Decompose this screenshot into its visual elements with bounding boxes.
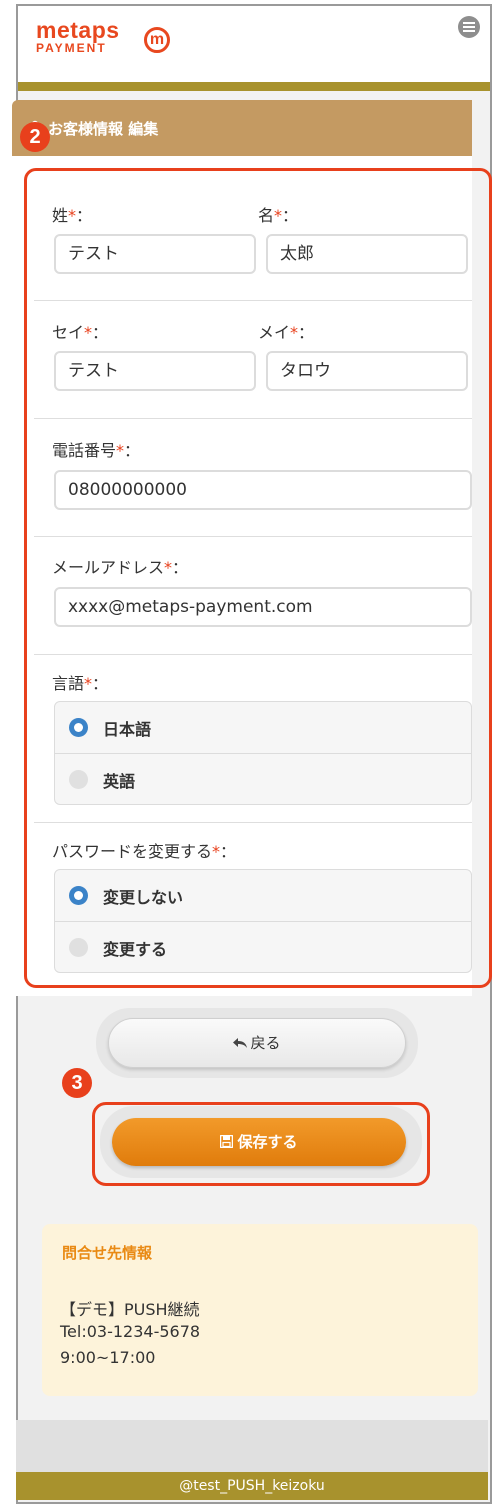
panel-header: お客様情報 編集 (12, 100, 472, 156)
divider (34, 300, 472, 301)
back-button-wrapper: 戻る (96, 1008, 418, 1078)
back-button[interactable]: 戻る (108, 1018, 406, 1068)
radio-selected-icon (69, 718, 88, 737)
divider (34, 654, 472, 655)
radio-selected-icon (69, 886, 88, 905)
divider (34, 822, 472, 823)
email-label: メールアドレス*： (52, 558, 189, 577)
language-radio-group: 日本語 英語 (54, 701, 472, 805)
logo-wordmark: metaps (36, 17, 120, 43)
back-button-label: 戻る (250, 1034, 281, 1052)
language-option-english[interactable]: 英語 (55, 754, 471, 804)
first-name-input[interactable]: 太郎 (266, 234, 468, 274)
annotation-badge-form: 2 (20, 122, 50, 152)
footer-spacer (16, 1420, 488, 1472)
logo-m-icon: m (144, 27, 170, 53)
first-name-label: 名*： (258, 206, 299, 225)
contact-info-box: 問合せ先情報 【デモ】PUSH継続 Tel:03-1234-5678 9:00~… (42, 1224, 478, 1396)
reply-arrow-icon (233, 1038, 248, 1048)
save-highlight-outline (92, 1102, 430, 1186)
phone-input[interactable]: 08000000000 (54, 470, 472, 510)
language-option-label: 日本語 (103, 720, 152, 739)
first-name-kana-label: メイ*： (258, 323, 315, 342)
language-label: 言語*： (52, 674, 109, 693)
site-header: metaps PAYMENT m (18, 6, 490, 82)
radio-unselected-icon (69, 938, 88, 957)
phone-label: 電話番号*： (52, 441, 141, 460)
radio-unselected-icon (69, 770, 88, 789)
password-option-no-change[interactable]: 変更しない (55, 870, 471, 921)
language-option-japanese[interactable]: 日本語 (55, 702, 471, 753)
hamburger-menu-icon[interactable] (458, 16, 480, 38)
language-option-label: 英語 (103, 772, 136, 791)
password-option-label: 変更しない (103, 888, 184, 907)
contact-name: 【デモ】PUSH継続 (60, 1300, 200, 1319)
annotation-badge-save: 3 (62, 1068, 92, 1098)
header-divider-bar (18, 82, 490, 91)
last-name-kana-label: セイ*： (52, 323, 109, 342)
last-name-kana-input[interactable]: テスト (54, 351, 256, 391)
last-name-input[interactable]: テスト (54, 234, 256, 274)
password-option-label: 変更する (103, 940, 168, 959)
first-name-kana-input[interactable]: タロウ (266, 351, 468, 391)
footer: @test_PUSH_keizoku (16, 1472, 488, 1500)
email-input[interactable]: xxxx@metaps-payment.com (54, 587, 472, 627)
divider (34, 536, 472, 537)
logo-subtitle: PAYMENT (36, 41, 107, 55)
form-highlight-outline (24, 168, 492, 988)
metaps-logo[interactable]: metaps PAYMENT m (36, 17, 170, 55)
contact-title: 問合せ先情報 (62, 1244, 153, 1262)
password-change-label: パスワードを変更する*： (52, 842, 237, 861)
divider (34, 418, 472, 419)
contact-tel: Tel:03-1234-5678 (60, 1322, 201, 1341)
last-name-label: 姓*： (52, 206, 93, 225)
contact-hours: 9:00~17:00 (60, 1348, 156, 1367)
password-option-change[interactable]: 変更する (55, 922, 471, 972)
password-change-radio-group: 変更しない 変更する (54, 869, 472, 973)
panel-title: お客様情報 編集 (48, 120, 159, 138)
